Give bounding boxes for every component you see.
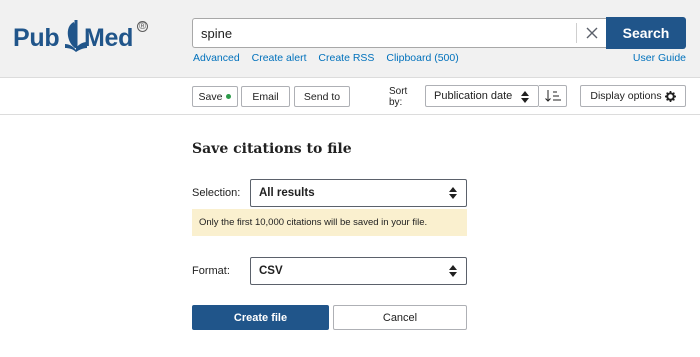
registered-mark: ® [137, 21, 148, 32]
select-arrows-icon [449, 187, 457, 199]
display-options-button[interactable]: Display options [580, 85, 686, 107]
advanced-link[interactable]: Advanced [193, 52, 240, 64]
sort-selected-value: Publication date [434, 90, 513, 102]
selection-select[interactable]: All results [250, 179, 467, 207]
search-sub-links: Advanced Create alert Create RSS Clipboa… [193, 52, 468, 64]
clear-icon [586, 27, 597, 39]
format-label: Format: [192, 265, 230, 277]
search-box [192, 18, 606, 48]
status-dot-icon [226, 94, 232, 99]
sort-order-icon [544, 90, 561, 102]
save-label: Save [198, 90, 223, 103]
selection-value: All results [259, 187, 315, 199]
save-button[interactable]: Save [192, 86, 238, 107]
results-toolbar: Save Email Send to Sort by: Publication … [0, 79, 700, 115]
selection-label: Selection: [192, 187, 241, 199]
cancel-button[interactable]: Cancel [333, 305, 467, 330]
save-panel-title: Save citations to file [192, 141, 352, 157]
display-options-label: Display options [590, 90, 662, 102]
clipboard-link[interactable]: Clipboard (500) [386, 52, 458, 64]
logo-text-pub: Pub [13, 24, 60, 52]
send-to-label: Send to [303, 90, 341, 103]
create-file-button[interactable]: Create file [192, 305, 329, 330]
email-label: Email [252, 90, 279, 103]
gear-icon [664, 90, 676, 102]
select-arrows-icon [521, 91, 529, 103]
sort-select[interactable]: Publication date [425, 85, 539, 107]
search-input[interactable] [201, 19, 571, 47]
create-alert-link[interactable]: Create alert [252, 52, 307, 64]
logo-text-med: Med [84, 24, 134, 52]
pubmed-logo[interactable]: Pub Med ® [13, 18, 148, 54]
save-limit-notice: Only the first 10,000 citations will be … [192, 209, 467, 236]
email-button[interactable]: Email [241, 86, 290, 107]
format-value: CSV [259, 265, 283, 277]
send-to-button[interactable]: Send to [294, 86, 350, 107]
select-arrows-icon [449, 265, 457, 277]
user-guide-link[interactable]: User Guide [633, 52, 686, 64]
format-select[interactable]: CSV [250, 257, 467, 285]
sort-by-label: Sort by: [389, 86, 408, 108]
sort-order-button[interactable] [539, 85, 567, 107]
header: Pub Med ® Search Advanced Create alert C… [0, 0, 700, 78]
create-rss-link[interactable]: Create RSS [318, 52, 374, 64]
clear-search-button[interactable] [576, 23, 606, 43]
search-button[interactable]: Search [606, 17, 686, 49]
